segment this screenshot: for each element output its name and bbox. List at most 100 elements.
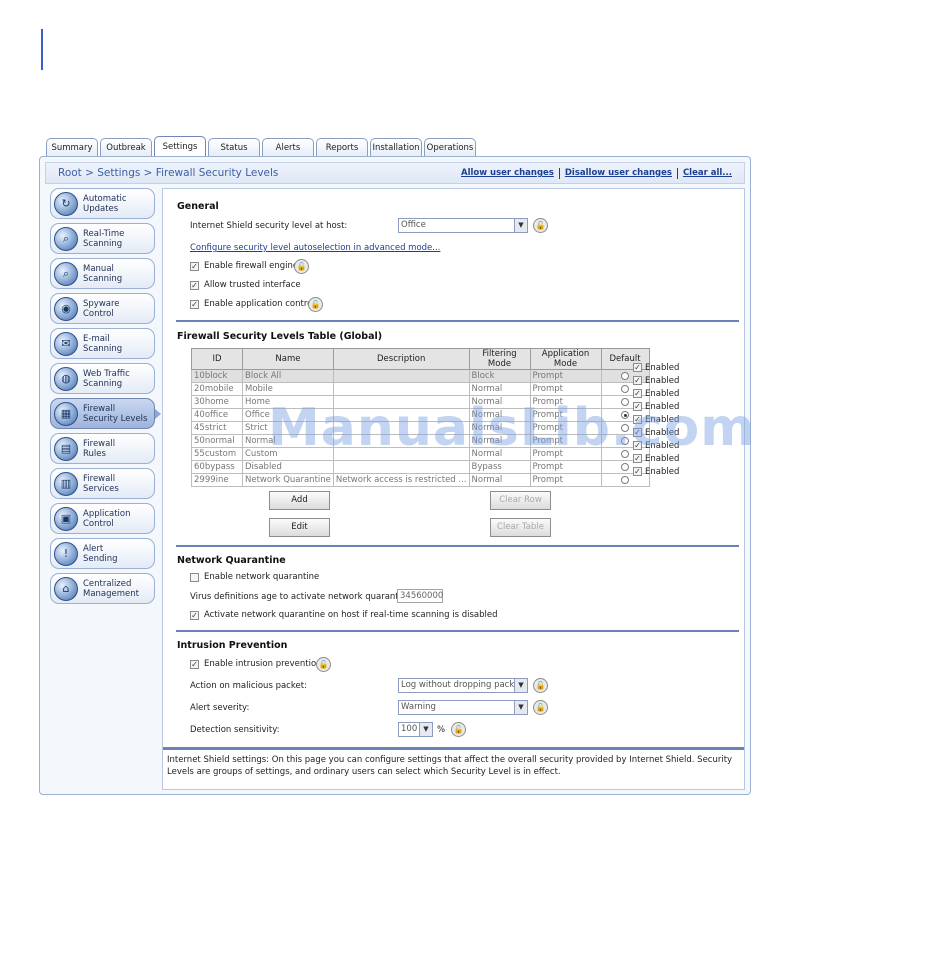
lock-icon[interactable]: 🔓 [308,297,323,312]
table-cell: Block All [242,369,334,383]
enable-intrusion-label: Enable intrusion prevention [204,659,322,669]
action-select[interactable]: Log without dropping packet ▼ [398,678,528,693]
sidebar-item-firewall-services[interactable]: ▥ Firewall Services [50,468,155,499]
table-cell: 30home [191,395,243,409]
autoselect-link[interactable]: Configure security level autoselection i… [190,243,440,253]
lock-icon[interactable]: 🔓 [316,657,331,672]
sidebar-item-email-scanning[interactable]: ✉ E-mail Scanning [50,328,155,359]
sidebar-item-firewall-rules[interactable]: ▤ Firewall Rules [50,433,155,464]
add-button[interactable]: Add [269,491,330,510]
severity-select[interactable]: Warning ▼ [398,700,528,715]
table-cell: Network access is restricted ... [332,473,470,487]
default-radio[interactable] [621,371,630,380]
allow-user-changes-link[interactable]: Allow user changes [461,168,554,178]
sidebar-item-label: Web Traffic Scanning [83,368,130,389]
tab-settings[interactable]: Settings [154,136,206,157]
table-row[interactable]: 2999ine Network Quarantine Network access … [191,473,650,487]
sidebar-item-application-control[interactable]: ▣ Application Control [50,503,155,534]
table-cell: Block [468,369,531,383]
quarantine-age-label: Virus definitions age to activate networ… [190,592,415,602]
sidebar-item-label: Alert Sending [83,543,118,564]
sidebar-item-automatic-updates[interactable]: ↻ Automatic Updates [50,188,155,219]
select-value: Warning [401,702,436,712]
table-cell: 2999ine [191,473,243,487]
link-separator [676,167,678,179]
tab-summary[interactable]: Summary [46,138,98,157]
sidebar-item-label: Automatic Updates [83,193,127,214]
tab-operations[interactable]: Operations [424,138,476,157]
table-row[interactable]: 10block Block All Block Prompt [191,369,650,383]
table-cell: 60bypass [191,460,243,474]
sidebar-item-real-time-scanning[interactable]: ⌕ Real-Time Scanning [50,223,155,254]
tab-status[interactable]: Status [208,138,260,157]
sidebar-item-label: Centralized Management [83,578,139,599]
enable-intrusion-checkbox[interactable]: ✓ [190,660,199,669]
sidebar-item-spyware-control[interactable]: ◉ Spyware Control [50,293,155,324]
default-radio[interactable] [621,384,630,393]
table-cell [332,382,470,396]
section-title-quarantine: Network Quarantine [177,555,286,566]
sidebar: ↻ Automatic Updates ⌕ Real-Time Scanning ⌕… [50,188,161,608]
enabled-checkbox[interactable]: ✓ [633,467,642,476]
application-control-icon: ▣ [54,506,78,531]
table-cell: 45strict [191,421,243,435]
alert-icon: ! [54,541,78,566]
activate-quarantine-checkbox[interactable]: ✓ [190,611,199,620]
breadcrumb: Root > Settings > Firewall Security Leve… [58,167,279,179]
lock-icon[interactable]: 🔓 [294,259,309,274]
sidebar-item-manual-scanning[interactable]: ⌕ Manual Scanning [50,258,155,289]
tab-reports[interactable]: Reports [316,138,368,157]
top-tabs: Summary Outbreak Settings Status Alerts … [46,136,476,157]
enabled-checkbox[interactable]: ✓ [633,363,642,372]
tab-outbreak[interactable]: Outbreak [100,138,152,157]
quarantine-age-input[interactable]: 34560000 [397,589,443,603]
tab-installation[interactable]: Installation [370,138,422,157]
clear-all-link[interactable]: Clear all... [683,168,732,178]
enable-app-control-label: Enable application control [204,299,315,309]
sidebar-item-label: Firewall Rules [83,438,116,459]
realtime-scan-icon: ⌕ [54,226,78,251]
chevron-down-icon: ▼ [514,679,527,692]
sidebar-item-firewall-security-levels[interactable]: ▦ Firewall Security Levels [50,398,161,429]
column-header[interactable]: Description [332,348,470,370]
column-header[interactable]: Name [242,348,334,370]
severity-label: Alert severity: [190,703,250,713]
clear-row-button[interactable]: Clear Row [490,491,551,510]
enabled-checkbox[interactable]: ✓ [633,389,642,398]
lock-icon[interactable]: 🔓 [533,218,548,233]
enable-firewall-label: Enable firewall engine [204,261,299,271]
allow-trusted-checkbox[interactable]: ✓ [190,281,199,290]
column-header[interactable]: ID [191,348,243,370]
security-level-select[interactable]: Office ▼ [398,218,528,233]
clear-table-button[interactable]: Clear Table [490,518,551,537]
default-radio[interactable] [621,462,630,471]
enable-app-control-checkbox[interactable]: ✓ [190,300,199,309]
disallow-user-changes-link[interactable]: Disallow user changes [565,168,672,178]
sidebar-item-label: E-mail Scanning [83,333,123,354]
section-divider [176,545,739,547]
sidebar-item-label: Application Control [83,508,131,529]
lock-icon[interactable]: 🔓 [533,678,548,693]
sensitivity-select[interactable]: 100 ▼ [398,722,433,737]
info-text: Internet Shield settings: On this page y… [163,747,744,782]
default-radio[interactable] [621,475,630,484]
table-cell: Prompt [529,473,602,487]
enable-firewall-checkbox[interactable]: ✓ [190,262,199,271]
sidebar-item-alert-sending[interactable]: ! Alert Sending [50,538,155,569]
sidebar-item-centralized-management[interactable]: ⌂ Centralized Management [50,573,155,604]
tab-alerts[interactable]: Alerts [262,138,314,157]
lock-icon[interactable]: 🔓 [533,700,548,715]
edit-button[interactable]: Edit [269,518,330,537]
enabled-checkbox[interactable]: ✓ [633,376,642,385]
table-row[interactable]: 20mobile Mobile Normal Prompt [191,382,650,396]
enable-quarantine-checkbox[interactable] [190,573,199,582]
sidebar-item-web-traffic-scanning[interactable]: ◍ Web Traffic Scanning [50,363,155,394]
column-header[interactable]: Filtering Mode [468,348,531,370]
sidebar-item-label: Manual Scanning [83,263,123,284]
lock-icon[interactable]: 🔓 [451,722,466,737]
chevron-down-icon: ▼ [419,723,432,736]
column-header[interactable]: Application Mode [529,348,602,370]
sidebar-item-label: Spyware Control [83,298,120,319]
table-row[interactable]: 60bypass Disabled Bypass Prompt [191,460,650,474]
enabled-label: Enabled [645,467,680,477]
